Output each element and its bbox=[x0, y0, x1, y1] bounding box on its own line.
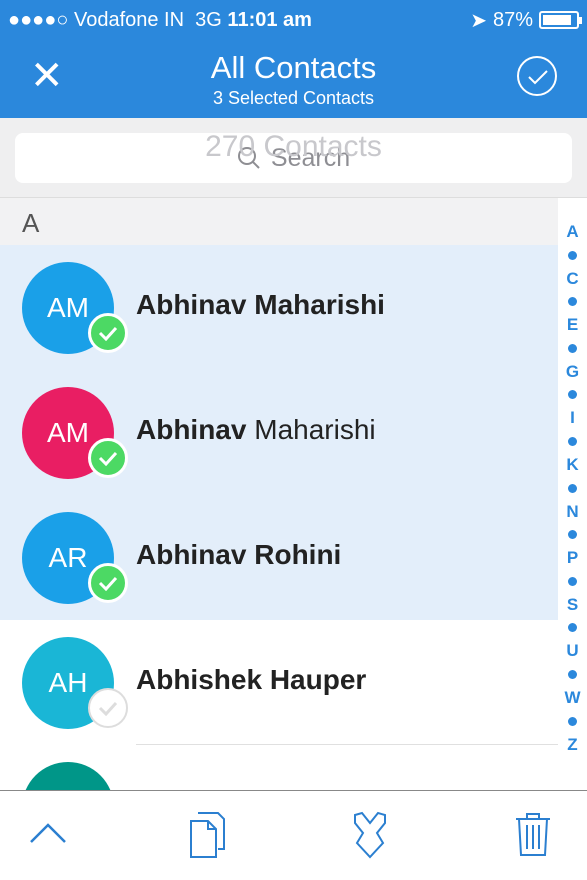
contact-name: Abhishek Hauper bbox=[136, 664, 366, 696]
contact-row[interactable]: AM Abhinav Maharishi bbox=[0, 370, 558, 495]
index-letter[interactable]: A bbox=[566, 220, 578, 244]
avatar-initials: AM bbox=[47, 417, 89, 448]
check-circle-icon[interactable] bbox=[517, 56, 557, 96]
selected-count: 3 Selected Contacts bbox=[212, 88, 375, 108]
last-name: Hauper bbox=[269, 664, 367, 695]
index-letter[interactable]: K bbox=[566, 453, 578, 477]
avatar-initials: AH bbox=[48, 667, 88, 698]
index-dot[interactable] bbox=[568, 716, 577, 726]
index-letter[interactable]: P bbox=[567, 546, 578, 570]
section-header: A bbox=[0, 198, 558, 245]
index-dot[interactable] bbox=[568, 483, 577, 493]
index-dot[interactable] bbox=[568, 669, 577, 679]
network: 3G bbox=[195, 8, 222, 31]
first-name: Abhishek bbox=[136, 664, 263, 695]
contact-name: Abhinav Maharishi bbox=[136, 414, 376, 446]
index-letter[interactable]: Z bbox=[567, 733, 577, 757]
chevron-up-icon[interactable] bbox=[28, 821, 68, 845]
search-input[interactable]: Search bbox=[15, 133, 572, 183]
contact-row[interactable]: AM Abhinav Maharishi bbox=[0, 245, 558, 370]
alphabet-index[interactable]: ACEGIKNPSUWZ bbox=[558, 220, 587, 756]
trash-icon[interactable] bbox=[513, 811, 553, 859]
page-title: All Contacts bbox=[210, 50, 377, 85]
index-dot[interactable] bbox=[568, 390, 577, 400]
index-letter[interactable]: I bbox=[570, 406, 575, 430]
avatar-initials: AR bbox=[48, 542, 88, 573]
last-name: Maharishi bbox=[254, 414, 376, 445]
search-area: 270 Contacts Search bbox=[0, 118, 587, 198]
copy-icon[interactable] bbox=[188, 811, 228, 859]
selected-check-icon[interactable] bbox=[88, 313, 128, 353]
contact-row[interactable] bbox=[0, 745, 558, 790]
index-letter[interactable]: N bbox=[566, 500, 578, 524]
last-name: Maharishi bbox=[254, 289, 385, 320]
index-dot[interactable] bbox=[568, 576, 577, 586]
carrier: ●●●●○ Vodafone IN bbox=[8, 8, 185, 31]
first-name: Abhinav bbox=[136, 289, 247, 320]
index-dot[interactable] bbox=[568, 297, 577, 307]
index-letter[interactable]: E bbox=[567, 313, 578, 337]
battery-icon bbox=[539, 11, 582, 29]
index-letter[interactable]: W bbox=[564, 686, 580, 710]
search-placeholder: Search bbox=[270, 143, 351, 172]
status-bar: ●●●●○ Vodafone IN 3G 11:01 am ➤ 87% bbox=[8, 6, 582, 34]
selected-check-icon[interactable] bbox=[88, 438, 128, 478]
contact-name: Abhinav Rohini bbox=[136, 539, 341, 571]
index-letter[interactable]: G bbox=[566, 360, 579, 384]
avatar-initials: AM bbox=[47, 292, 89, 323]
index-dot[interactable] bbox=[568, 436, 577, 446]
last-name: Rohini bbox=[254, 539, 342, 570]
time: 11:01 am bbox=[227, 8, 312, 31]
merge-icon[interactable] bbox=[350, 811, 390, 859]
index-letter[interactable]: S bbox=[567, 593, 578, 617]
unselected-check-icon[interactable] bbox=[88, 688, 128, 728]
selected-check-icon[interactable] bbox=[88, 563, 128, 603]
avatar bbox=[22, 762, 114, 790]
first-name: Abhinav bbox=[136, 414, 247, 445]
index-dot[interactable] bbox=[568, 250, 577, 260]
first-name: Abhinav bbox=[136, 539, 247, 570]
navigation-bar: ●●●●○ Vodafone IN 3G 11:01 am ➤ 87% ✕ Al… bbox=[0, 0, 587, 118]
location-icon: ➤ bbox=[470, 9, 487, 32]
bottom-toolbar bbox=[0, 790, 587, 880]
contact-row[interactable]: AR Abhinav Rohini bbox=[0, 495, 558, 620]
index-letter[interactable]: C bbox=[566, 267, 578, 291]
index-dot[interactable] bbox=[568, 343, 577, 353]
index-letter[interactable]: U bbox=[566, 639, 578, 663]
contact-row[interactable]: AH Abhishek Hauper bbox=[0, 620, 558, 745]
index-dot[interactable] bbox=[568, 530, 577, 540]
search-icon bbox=[237, 147, 260, 169]
battery-percent: 87% bbox=[492, 8, 533, 31]
contact-name: Abhinav Maharishi bbox=[136, 289, 385, 321]
index-dot[interactable] bbox=[568, 623, 577, 633]
